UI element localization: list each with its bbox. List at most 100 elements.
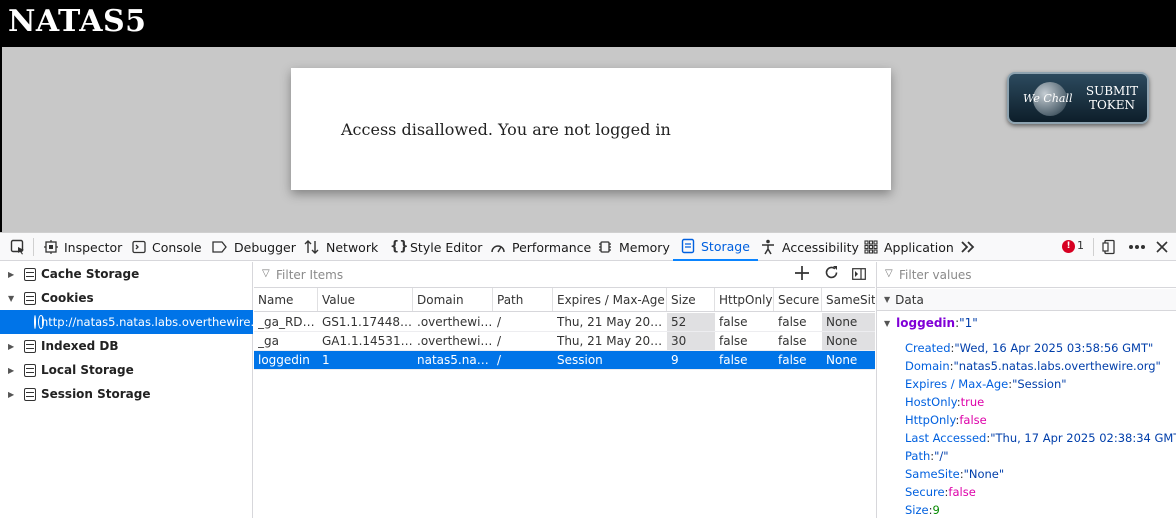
error-icon[interactable]: ! xyxy=(1062,240,1075,253)
sidebar-item-cache-storage[interactable]: ▶ Cache Storage xyxy=(0,262,253,286)
add-item-button[interactable] xyxy=(791,265,813,285)
cell-text: None xyxy=(826,353,858,367)
sidebar-item-indexed-db[interactable]: ▶ Indexed DB xyxy=(0,334,253,358)
column-header-secure[interactable]: Secure xyxy=(774,288,822,311)
expand-arrow-icon[interactable]: ▶ xyxy=(8,342,18,351)
cell-text: None xyxy=(826,334,858,348)
wechall-submit-token-button[interactable]: We Chall SUBMIT TOKEN xyxy=(1007,72,1149,124)
filter-items-input[interactable] xyxy=(260,266,660,284)
cell-samesite: None xyxy=(822,351,875,369)
data-section-header[interactable]: ▼ Data xyxy=(877,289,1176,311)
refresh-button[interactable] xyxy=(820,265,842,285)
close-icon xyxy=(1156,241,1168,253)
data-root-node[interactable]: ▼ loggedin: "1" xyxy=(884,316,978,330)
column-header-name[interactable]: Name xyxy=(254,288,318,311)
sidebar-item-cookie-host[interactable]: http://natas5.natas.labs.overthewire.org xyxy=(0,310,273,334)
inspector-icon xyxy=(44,240,58,254)
debugger-icon xyxy=(212,241,227,253)
cell-text: / xyxy=(497,334,502,348)
data-prop-row[interactable]: Expires / Max-Age:"Session" xyxy=(905,377,1067,391)
prop-key: Created xyxy=(905,341,951,355)
prop-value: "natas5.natas.labs.overthewire.org" xyxy=(953,359,1161,373)
tab-accessibility[interactable]: Accessibility xyxy=(760,233,859,261)
data-prop-row[interactable]: HostOnly:true xyxy=(905,395,984,409)
toggle-sidebar-button[interactable] xyxy=(848,265,870,285)
prop-value: true xyxy=(960,395,985,409)
tab-debugger[interactable]: Debugger xyxy=(212,233,296,261)
prop-key: HttpOnly xyxy=(905,413,956,427)
cell-text: Session xyxy=(557,353,603,367)
table-filter-bar: ▽ xyxy=(254,262,875,288)
data-prop-row[interactable]: HttpOnly:false xyxy=(905,413,987,427)
access-message: Access disallowed. You are not logged in xyxy=(341,120,671,139)
tab-inspector[interactable]: Inspector xyxy=(44,233,122,261)
wechall-button-label: SUBMIT TOKEN xyxy=(1081,84,1143,112)
cell-name: _ga xyxy=(254,332,318,350)
collapse-arrow-icon[interactable]: ▼ xyxy=(884,319,890,328)
wechall-logo-text: We Chall xyxy=(1023,92,1073,105)
toolbar-separator xyxy=(1093,238,1094,256)
data-prop-row[interactable]: Size:9 xyxy=(905,503,940,517)
data-prop-row[interactable]: Path:"/" xyxy=(905,449,949,463)
cell-name: _ga_RD0... xyxy=(254,313,318,331)
table-row[interactable]: _ga_RD0... GS1.1.1744814... .overthewir.… xyxy=(254,313,875,332)
prop-value: false xyxy=(948,485,976,499)
column-header-httponly[interactable]: HttpOnly xyxy=(715,288,774,311)
prop-key: SameSite xyxy=(905,467,960,481)
tab-style-editor[interactable]: {} Style Editor xyxy=(390,233,482,261)
tab-performance[interactable]: Performance xyxy=(490,233,591,261)
cell-path: / xyxy=(493,351,553,369)
cell-text: .overthewir... xyxy=(417,315,493,329)
cell-secure: false xyxy=(774,351,822,369)
tab-memory[interactable]: Memory xyxy=(597,233,670,261)
data-prop-row[interactable]: Created:"Wed, 16 Apr 2025 03:58:56 GMT" xyxy=(905,341,1153,355)
cell-text: _ga xyxy=(258,334,279,348)
error-count[interactable]: 1 xyxy=(1077,239,1084,252)
data-prop-row[interactable]: Domain:"natas5.natas.labs.overthewire.or… xyxy=(905,359,1161,373)
tab-application[interactable]: Application xyxy=(864,233,954,261)
storage-icon xyxy=(681,238,695,254)
more-options-button[interactable] xyxy=(1128,233,1146,261)
collapse-arrow-icon[interactable]: ▼ xyxy=(884,295,890,304)
sidebar-item-local-storage[interactable]: ▶ Local Storage xyxy=(0,358,253,382)
cookie-table-pane: ▽ Name Value Domain Path Expires / Max-A… xyxy=(254,262,875,518)
tab-console[interactable]: Console xyxy=(132,233,202,261)
column-header-domain[interactable]: Domain xyxy=(413,288,493,311)
cell-text: Thu, 21 May 2026 ... xyxy=(557,334,667,348)
cell-text: GS1.1.1744814... xyxy=(322,315,413,329)
column-header-expires[interactable]: Expires / Max-Age xyxy=(553,288,667,311)
expand-arrow-icon[interactable]: ▶ xyxy=(8,390,18,399)
cell-text: false xyxy=(778,315,807,329)
data-prop-row[interactable]: Last Accessed:"Thu, 17 Apr 2025 02:38:34… xyxy=(905,431,1176,445)
cell-domain: .overthewir... xyxy=(413,332,493,350)
data-prop-row[interactable]: Secure:false xyxy=(905,485,976,499)
sidebar-item-session-storage[interactable]: ▶ Session Storage xyxy=(0,382,253,406)
expand-arrow-icon[interactable]: ▶ xyxy=(8,366,18,375)
cell-value: 1 xyxy=(318,351,413,369)
element-picker-button[interactable] xyxy=(10,233,26,261)
collapse-arrow-icon[interactable]: ▼ xyxy=(8,294,18,303)
style-editor-icon: {} xyxy=(390,239,409,254)
database-icon xyxy=(24,387,36,401)
column-header-samesite[interactable]: SameSite xyxy=(822,288,875,311)
dock-options-button[interactable] xyxy=(1102,233,1118,261)
data-filter-bar: ▽ xyxy=(877,262,1176,288)
column-header-size[interactable]: Size xyxy=(667,288,715,311)
tab-network[interactable]: Network xyxy=(304,233,378,261)
prop-value: "Thu, 17 Apr 2025 02:38:34 GMT" xyxy=(990,431,1176,445)
column-header-value[interactable]: Value xyxy=(318,288,413,311)
cell-expires: Session xyxy=(553,351,667,369)
filter-values-input[interactable] xyxy=(883,266,1163,284)
table-row-selected[interactable]: loggedin 1 natas5.nata... / Session 9 fa… xyxy=(254,351,875,370)
close-devtools-button[interactable] xyxy=(1156,233,1168,261)
more-tabs-button[interactable] xyxy=(960,233,976,261)
cell-text: GA1.1.145311... xyxy=(322,334,413,348)
column-header-path[interactable]: Path xyxy=(493,288,553,311)
table-row[interactable]: _ga GA1.1.145311... .overthewir... / Thu… xyxy=(254,332,875,351)
dock-icon xyxy=(1102,239,1115,255)
tab-storage[interactable]: Storage xyxy=(673,233,758,261)
sidebar-item-cookies[interactable]: ▼ Cookies xyxy=(0,286,253,310)
tab-network-label: Network xyxy=(326,239,379,255)
expand-arrow-icon[interactable]: ▶ xyxy=(8,270,18,279)
data-prop-row[interactable]: SameSite:"None" xyxy=(905,467,1004,481)
